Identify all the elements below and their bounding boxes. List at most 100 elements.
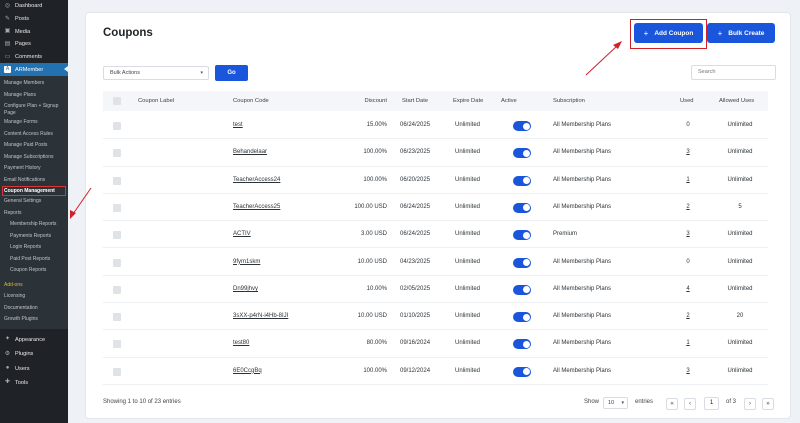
next-page-button[interactable]: › [744,398,756,410]
submenu-login-reports[interactable]: Login Reports [0,242,68,254]
bulk-create-button[interactable]: + Bulk Create [707,23,775,43]
coupon-code-link[interactable]: Behandelaar [233,139,267,166]
add-coupon-button[interactable]: + Add Coupon [634,23,703,43]
submenu-documentation[interactable]: Documentation [0,303,68,315]
subscription-cell: All Membership Plans [553,149,612,156]
select-all-checkbox[interactable] [113,97,121,105]
submenu-payment-history[interactable]: Payment History [0,163,68,175]
used-count: 0 [686,258,690,265]
first-page-button[interactable]: « [666,398,678,410]
comment-icon: ▭ [4,53,11,60]
sidebar-item-posts[interactable]: ✎ Posts [0,13,68,26]
active-toggle[interactable] [513,230,531,241]
sidebar-item-media[interactable]: ▣ Media [0,25,68,38]
coupon-code-link[interactable]: ACTIV [233,221,251,248]
sidebar-item-appearance[interactable]: ✦ Appearance [0,333,68,347]
start-date-cell: 06/24/2025 [400,122,431,128]
submenu-coupon-management[interactable]: Coupon Management [2,186,66,197]
submenu-paid-post-reports[interactable]: Paid Post Reports [0,254,68,266]
submenu-manage-plans[interactable]: Manage Plans [0,90,68,102]
coupon-code-link[interactable]: 6E0CcgBq [233,358,262,385]
submenu-manage-forms[interactable]: Manage Forms [0,117,68,129]
active-toggle[interactable] [513,257,531,268]
coupon-code-link[interactable]: test [233,112,243,139]
row-checkbox[interactable] [113,122,121,130]
allowed-uses-cell: Unlimited [727,340,753,347]
submenu-payments-reports[interactable]: Payments Reports [0,231,68,243]
active-toggle[interactable] [513,366,531,377]
sidebar-item-comments[interactable]: ▭ Comments [0,51,68,64]
sidebar-item-pages[interactable]: ▤ Pages [0,38,68,51]
row-checkbox[interactable] [113,149,121,158]
active-toggle[interactable] [513,202,531,213]
active-toggle[interactable] [513,312,531,323]
sidebar-item-tools[interactable]: ✚ Tools [0,376,68,390]
submenu-manage-paid-posts[interactable]: Manage Paid Posts [0,140,68,152]
start-date-cell: 06/24/2025 [400,231,431,238]
row-checkbox[interactable] [113,231,121,240]
submenu-content-access-rules[interactable]: Content Access Rules [0,129,68,141]
active-toggle[interactable] [513,284,531,295]
submenu-general-settings[interactable]: General Settings [0,196,68,208]
coupon-code-link[interactable]: Dn99jhvy [233,276,258,303]
row-checkbox[interactable] [113,367,121,376]
submenu-manage-subscriptions[interactable]: Manage Subscriptions [0,152,68,164]
bulk-actions-select[interactable]: Bulk Actions ▾ [103,66,209,80]
active-toggle[interactable] [513,339,531,350]
used-count-link[interactable]: 1 [683,330,693,357]
row-checkbox[interactable] [113,285,121,294]
paintbrush-icon: ✦ [4,336,11,343]
used-count-link[interactable]: 4 [683,276,693,303]
submenu-configure-plan-signup-page[interactable]: Configure Plan + Signup Page [0,101,68,117]
coupon-code-link[interactable]: TeacherAccess25 [233,194,280,221]
submenu-coupon-reports[interactable]: Coupon Reports [0,265,68,277]
submenu-email-notifications[interactable]: Email Notifications [0,175,68,187]
allowed-uses-cell: Unlimited [727,285,753,292]
table-row: TeacherAccess24 100.00% 06/20/2025 Unlimite… [103,167,768,194]
submenu-licensing[interactable]: Licensing [0,291,68,303]
row-checkbox[interactable] [113,203,121,212]
sidebar-item-dashboard[interactable]: ◎ Dashboard [0,0,68,13]
page-size-select[interactable]: 10 ▾ [603,397,628,409]
sidebar-item-plugins[interactable]: ⚙ Plugins [0,347,68,361]
used-count-link[interactable]: 1 [683,167,693,194]
table-row: 9fym1skm 10.00 USD 04/23/2025 Unlimited All … [103,249,768,276]
submenu-add-ons[interactable]: Add-ons [0,280,68,292]
table-row: test80 80.00% 09/16/2024 Unlimited All Membe… [103,330,768,358]
used-count-link[interactable]: 3 [683,358,693,385]
sidebar-item-armember[interactable]: A ARMember [0,63,68,77]
start-date-cell: 09/12/2024 [400,367,431,374]
subscription-cell: All Membership Plans [553,313,612,320]
coupon-code-link[interactable]: 9fym1skm [233,249,260,276]
prev-page-button[interactable]: ‹ [684,398,696,410]
coupon-code-link[interactable]: 3sXX-p4rN-i4Hb-8IJI [233,303,288,330]
coupon-code-link[interactable]: test80 [233,330,249,357]
submenu-reports[interactable]: Reports [0,208,68,220]
row-checkbox[interactable] [113,313,121,322]
used-count-link[interactable]: 2 [683,303,693,330]
chevron-down-icon: ▾ [621,400,624,406]
used-count-link[interactable]: 3 [683,221,693,248]
go-button[interactable]: Go [215,65,248,81]
active-toggle[interactable] [513,121,531,131]
col-discount: Discount [364,98,387,104]
discount-cell: 100.00 USD [354,203,387,210]
sidebar-item-users[interactable]: ● Users [0,361,68,375]
used-count-link[interactable]: 3 [683,139,693,166]
entries-info: Showing 1 to 10 of 23 entries [103,399,181,405]
coupon-code-link[interactable]: TeacherAccess24 [233,167,280,194]
allowed-uses-cell: Unlimited [727,176,753,183]
table-row: Behandelaar 100.00% 06/23/2025 Unlimited All… [103,139,768,167]
used-count-link[interactable]: 2 [683,194,693,221]
row-checkbox[interactable] [113,340,121,349]
active-toggle[interactable] [513,148,531,159]
submenu-growth-plugins[interactable]: Growth Plugins [0,314,68,326]
active-toggle[interactable] [513,175,531,186]
search-input[interactable]: Search [691,65,776,80]
current-page-input[interactable]: 1 [704,397,719,410]
submenu-membership-reports[interactable]: Membership Reports [0,219,68,231]
row-checkbox[interactable] [113,258,121,267]
last-page-button[interactable]: » [762,398,774,410]
submenu-manage-members[interactable]: Manage Members [0,78,68,90]
row-checkbox[interactable] [113,176,121,185]
